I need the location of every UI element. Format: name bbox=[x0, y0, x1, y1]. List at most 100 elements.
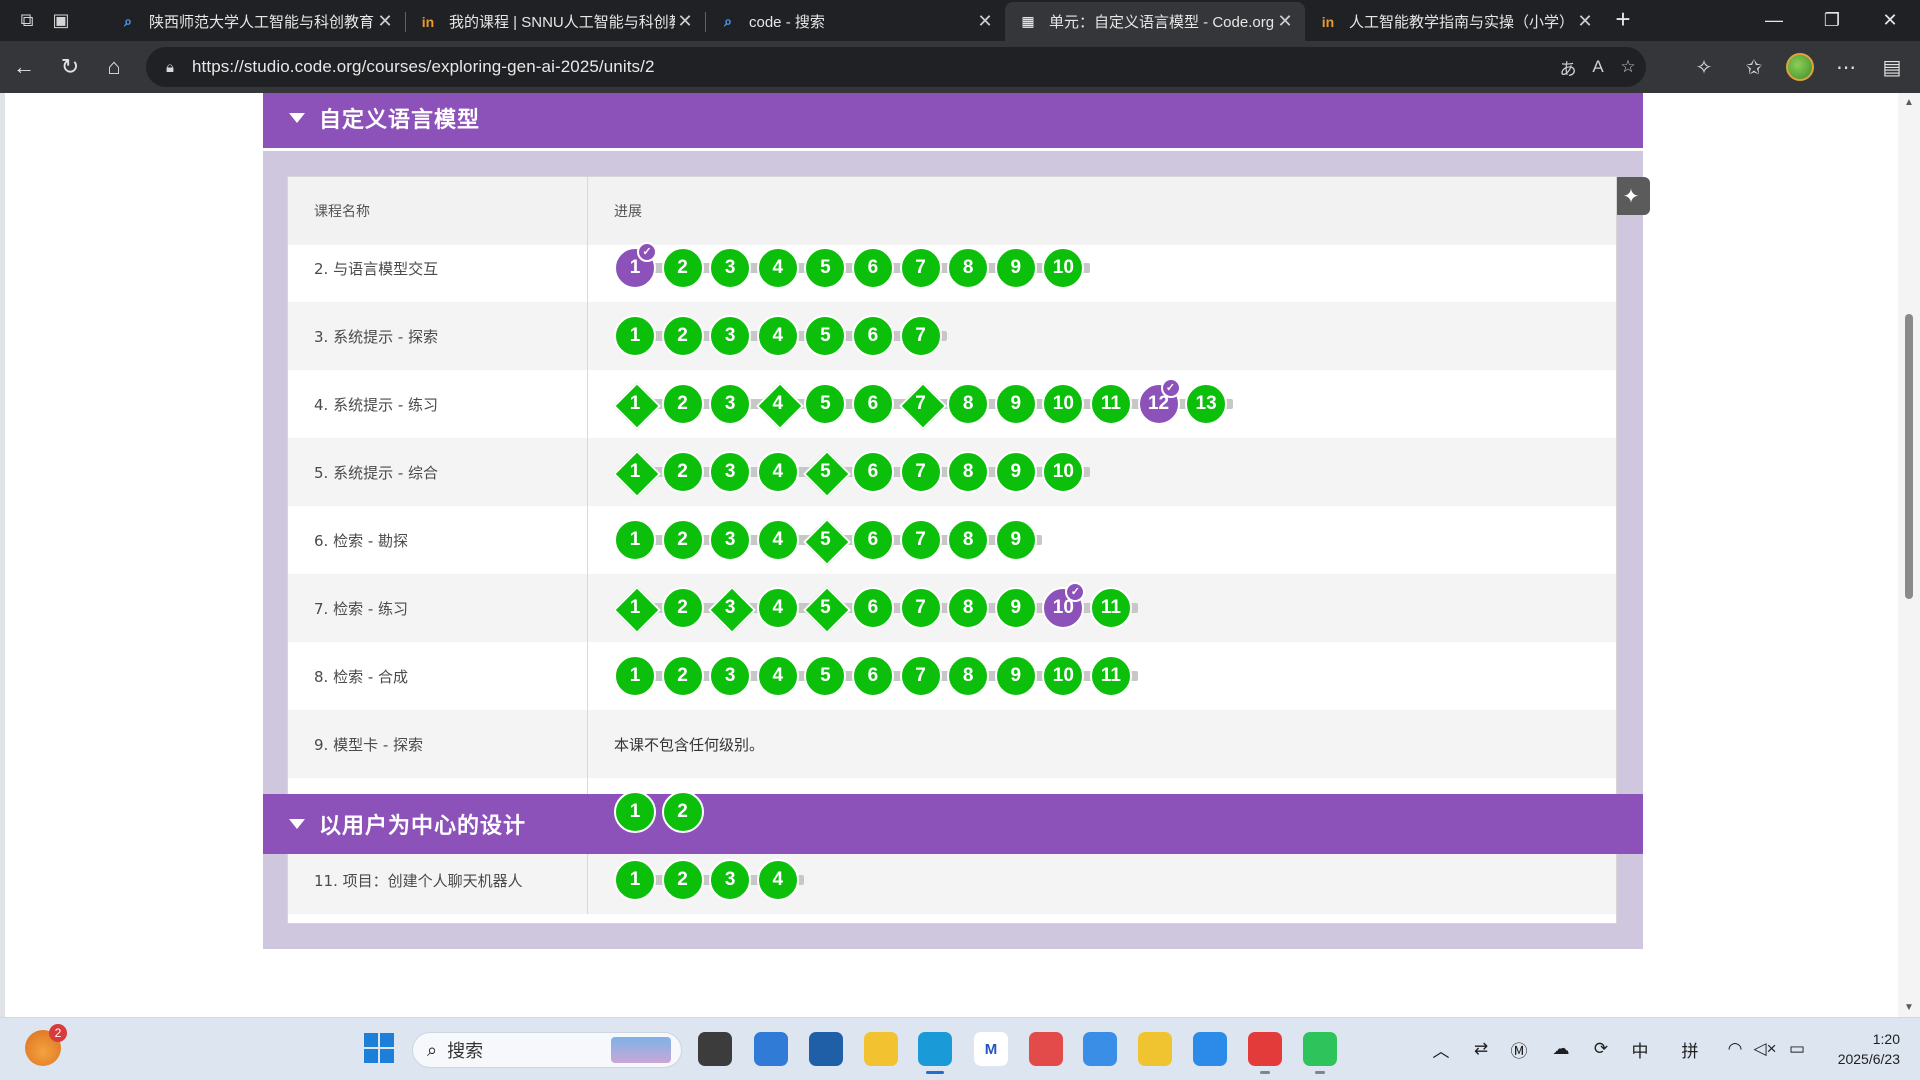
volume-muted-icon[interactable]: ◁× bbox=[1754, 1038, 1777, 1060]
level-bubble[interactable]: 1 bbox=[614, 655, 656, 697]
huawei-app-icon[interactable] bbox=[1029, 1032, 1063, 1066]
feishu-app-icon[interactable] bbox=[1193, 1032, 1227, 1066]
close-tab-icon[interactable]: ✕ bbox=[975, 11, 995, 32]
weather-widget-icon[interactable]: 2 bbox=[25, 1024, 67, 1066]
ime-mode[interactable]: 拼 bbox=[1678, 1038, 1702, 1061]
level-bubble[interactable]: 7 bbox=[899, 451, 942, 493]
level-bubble[interactable]: 1 bbox=[614, 383, 656, 425]
unit-header[interactable]: 自定义语言模型 bbox=[263, 93, 1643, 148]
folder-app-icon[interactable] bbox=[1138, 1032, 1172, 1066]
level-bubble[interactable]: 3 bbox=[709, 315, 752, 357]
close-tab-icon[interactable]: ✕ bbox=[675, 11, 695, 32]
close-window-icon[interactable]: ✕ bbox=[1861, 0, 1919, 41]
level-bubble[interactable]: 7 bbox=[899, 247, 942, 289]
level-bubble[interactable]: 2 bbox=[661, 451, 704, 493]
scroll-down-icon[interactable]: ▼ bbox=[1903, 1002, 1915, 1013]
music-app-icon[interactable] bbox=[1248, 1032, 1282, 1074]
lesson-name[interactable]: 11. 项目：创建个人聊天机器人 bbox=[288, 846, 588, 914]
level-bubble[interactable]: 5 bbox=[804, 655, 847, 697]
extensions-icon[interactable]: ✧ bbox=[1688, 51, 1720, 83]
level-bubble[interactable]: 2 bbox=[661, 587, 704, 629]
level-bubble[interactable]: 3 bbox=[709, 587, 751, 629]
level-bubble[interactable]: 4 bbox=[756, 859, 799, 901]
level-bubble[interactable]: 6 bbox=[851, 587, 894, 629]
level-bubble-current[interactable]: 1 ✓ bbox=[614, 242, 657, 289]
magic-wand-icon[interactable]: ✦ bbox=[1612, 177, 1650, 215]
level-bubble[interactable]: 8 bbox=[947, 519, 990, 561]
level-bubble[interactable]: 5 bbox=[804, 383, 847, 425]
level-bubble[interactable]: 4 bbox=[756, 247, 799, 289]
profile-avatar[interactable] bbox=[1786, 53, 1814, 81]
level-bubble[interactable]: 1 bbox=[614, 315, 656, 357]
translate-icon[interactable]: あ bbox=[1554, 55, 1582, 79]
level-bubble[interactable]: 3 bbox=[709, 247, 752, 289]
level-bubble[interactable]: 4 bbox=[756, 655, 799, 697]
level-bubble[interactable]: 9 bbox=[994, 587, 1037, 629]
level-bubble[interactable]: 8 bbox=[947, 587, 990, 629]
back-icon[interactable]: ← bbox=[8, 51, 40, 83]
level-bubble[interactable]: 3 bbox=[709, 519, 752, 561]
level-bubble[interactable]: 9 bbox=[994, 451, 1037, 493]
level-bubble[interactable]: 2 bbox=[661, 383, 704, 425]
level-bubble[interactable]: 4 bbox=[757, 383, 799, 425]
level-bubble[interactable]: 3 bbox=[709, 655, 752, 697]
level-bubble[interactable]: 13 bbox=[1185, 383, 1228, 425]
lesson-name[interactable]: 3. 系统提示 - 探索 bbox=[288, 302, 588, 370]
refresh-icon[interactable]: ↻ bbox=[54, 51, 86, 83]
level-bubble[interactable]: 6 bbox=[851, 655, 894, 697]
favorites-icon[interactable]: ✩ bbox=[1738, 51, 1770, 83]
level-bubble[interactable]: 10 bbox=[1042, 655, 1085, 697]
lesson-name[interactable]: 2. 与语言模型交互 bbox=[288, 234, 588, 302]
system-clock[interactable]: 1:20 2025/6/23 bbox=[1816, 1029, 1900, 1069]
level-bubble[interactable]: 11 bbox=[1089, 383, 1132, 425]
restore-icon[interactable]: ❐ bbox=[1803, 0, 1861, 41]
level-bubble[interactable]: 2 bbox=[661, 315, 704, 357]
notepad-icon[interactable] bbox=[754, 1032, 788, 1066]
mail-app-icon[interactable]: M bbox=[974, 1032, 1008, 1066]
level-bubble[interactable]: 8 bbox=[947, 383, 990, 425]
level-bubble[interactable]: 3 bbox=[709, 383, 752, 425]
close-tab-icon[interactable]: ✕ bbox=[1275, 11, 1295, 32]
level-bubble[interactable]: 9 bbox=[994, 247, 1037, 289]
vertical-tabs-icon[interactable]: ▣ bbox=[46, 7, 76, 33]
site-info-icon[interactable]: 🔒︎ bbox=[160, 57, 180, 77]
level-bubble[interactable]: 7 bbox=[899, 519, 942, 561]
level-bubble[interactable]: 2 bbox=[661, 791, 704, 833]
sync-icon[interactable]: ⟳ bbox=[1590, 1038, 1612, 1060]
level-bubble[interactable]: 11 bbox=[1089, 587, 1132, 629]
lesson-name[interactable]: 9. 模型卡 - 探索 bbox=[288, 710, 588, 778]
wechat-app-icon[interactable] bbox=[1303, 1032, 1337, 1074]
next-unit-header[interactable]: 以用户为中心的设计 bbox=[263, 794, 1643, 854]
cloud-app-icon[interactable] bbox=[1083, 1032, 1117, 1066]
browser-tab[interactable]: ⌕ 陕西师范大学人工智能与科创教育 ✕ bbox=[105, 2, 405, 41]
tray-overflow-icon[interactable]: ︿ bbox=[1430, 1038, 1452, 1061]
browser-tab[interactable]: ▦ 单元：自定义语言模型 - Code.org ✕ bbox=[1005, 2, 1305, 41]
ime-language[interactable]: 中 bbox=[1628, 1038, 1652, 1061]
level-bubble[interactable]: 7 bbox=[899, 315, 942, 357]
lesson-name[interactable]: 8. 检索 - 合成 bbox=[288, 642, 588, 710]
level-bubble[interactable]: 7 bbox=[899, 655, 942, 697]
level-bubble[interactable]: 4 bbox=[756, 315, 799, 357]
level-bubble[interactable]: 6 bbox=[851, 383, 894, 425]
level-bubble[interactable]: 8 bbox=[947, 655, 990, 697]
edge-browser-icon[interactable] bbox=[918, 1032, 952, 1074]
task-view-icon[interactable] bbox=[698, 1032, 732, 1066]
level-bubble[interactable]: 8 bbox=[947, 247, 990, 289]
level-bubble[interactable]: 3 bbox=[709, 859, 752, 901]
home-icon[interactable]: ⌂ bbox=[98, 51, 130, 83]
page-scrollbar[interactable]: ▲ ▼ bbox=[1898, 93, 1920, 1017]
level-bubble[interactable]: 9 bbox=[994, 519, 1037, 561]
more-menu-icon[interactable]: ⋯ bbox=[1830, 51, 1862, 83]
lesson-name[interactable]: 5. 系统提示 - 综合 bbox=[288, 438, 588, 506]
wifi-icon[interactable]: ◠ bbox=[1724, 1038, 1746, 1060]
level-bubble[interactable]: 9 bbox=[994, 655, 1037, 697]
level-bubble[interactable]: 2 bbox=[661, 519, 704, 561]
level-bubble[interactable]: 1 bbox=[614, 587, 656, 629]
lesson-name[interactable]: 4. 系统提示 - 练习 bbox=[288, 370, 588, 438]
level-bubble[interactable]: 4 bbox=[756, 519, 799, 561]
minimize-icon[interactable]: — bbox=[1745, 0, 1803, 41]
level-bubble[interactable]: 5 bbox=[804, 451, 846, 493]
level-bubble[interactable]: 10 bbox=[1042, 383, 1085, 425]
level-bubble[interactable]: 5 bbox=[804, 519, 846, 561]
scroll-up-icon[interactable]: ▲ bbox=[1903, 97, 1915, 108]
